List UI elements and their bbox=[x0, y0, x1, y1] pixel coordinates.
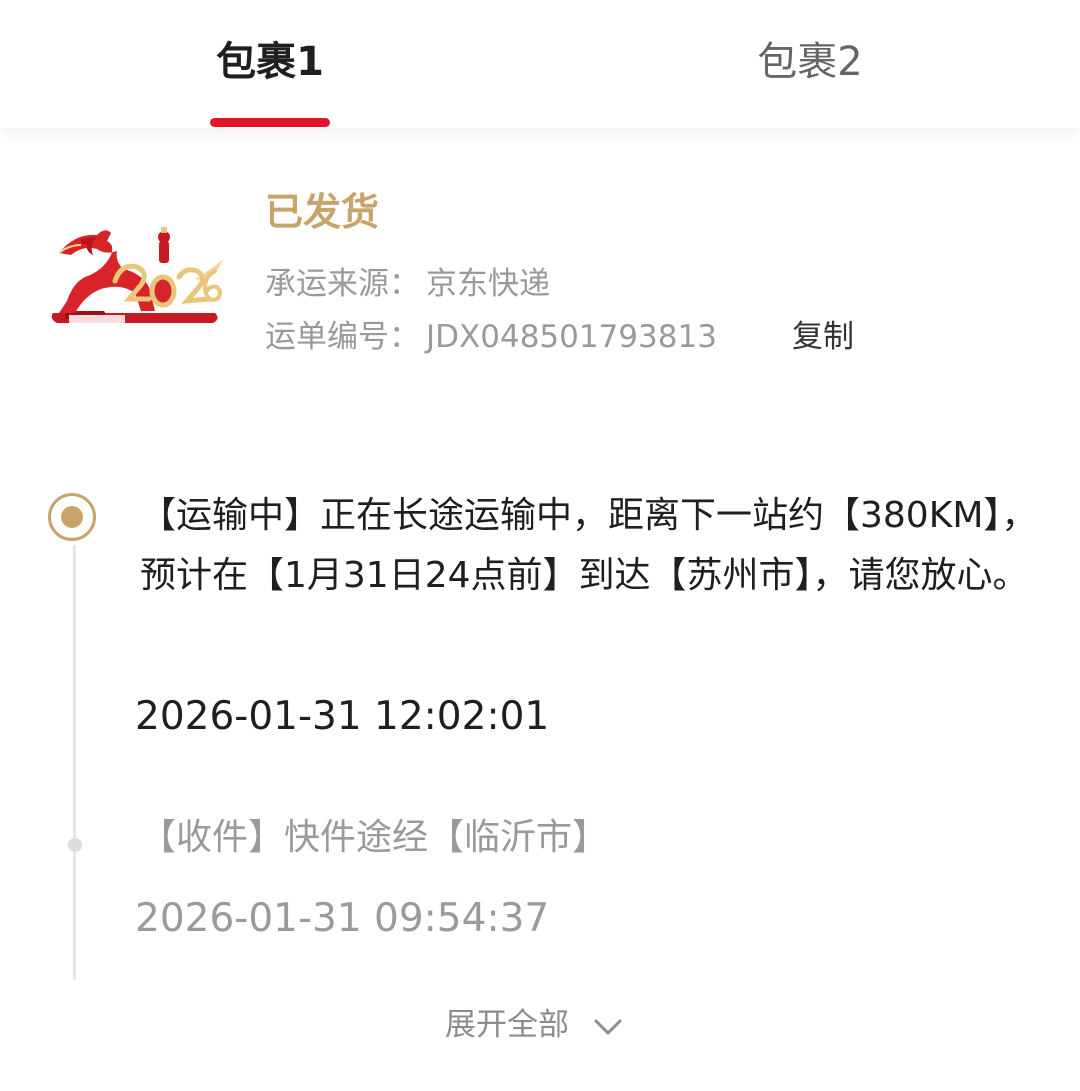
product-image bbox=[51, 227, 223, 323]
waybill-label: 运单编号： bbox=[265, 319, 420, 355]
package-tabs: 包裹1 包裹2 bbox=[0, 0, 1080, 128]
timeline-dot bbox=[68, 838, 82, 852]
expand-all-label: 展开全部 bbox=[445, 1007, 569, 1043]
copy-waybill-button[interactable]: 复制 bbox=[792, 315, 854, 359]
chevron-down-icon bbox=[594, 1019, 622, 1034]
timeline-event-time: 2026-01-31 09:54:37 bbox=[135, 896, 550, 941]
active-tab-indicator bbox=[210, 118, 330, 127]
carrier-row: 承运来源： 京东快递 bbox=[265, 262, 550, 306]
timeline-line bbox=[73, 545, 76, 980]
waybill-row: 运单编号： JDX048501793813 bbox=[265, 315, 717, 359]
logistics-page: 包裹1 包裹2 已发货 承运来源： 京东快递 运单编号： JDX0485017938… bbox=[0, 0, 1080, 1091]
tab-package-2[interactable]: 包裹2 bbox=[710, 30, 910, 94]
timeline-event-text: 【运输中】正在长途运输中，距离下一站约【380KM】，预计在【1月31日24点前… bbox=[140, 495, 1038, 596]
waybill-number: JDX048501793813 bbox=[426, 319, 717, 355]
tab-package-1[interactable]: 包裹1 bbox=[170, 30, 370, 94]
shipping-status: 已发货 bbox=[265, 190, 380, 234]
timeline-event-text: 【收件】快件途经【临沂市】 bbox=[140, 817, 609, 858]
carrier-value: 京东快递 bbox=[426, 266, 550, 302]
timeline-current-dot bbox=[48, 493, 96, 541]
carrier-label: 承运来源： bbox=[265, 266, 420, 302]
timeline-event-time: 2026-01-31 12:02:01 bbox=[135, 694, 550, 739]
expand-all-button[interactable]: 展开全部 bbox=[445, 1002, 623, 1048]
